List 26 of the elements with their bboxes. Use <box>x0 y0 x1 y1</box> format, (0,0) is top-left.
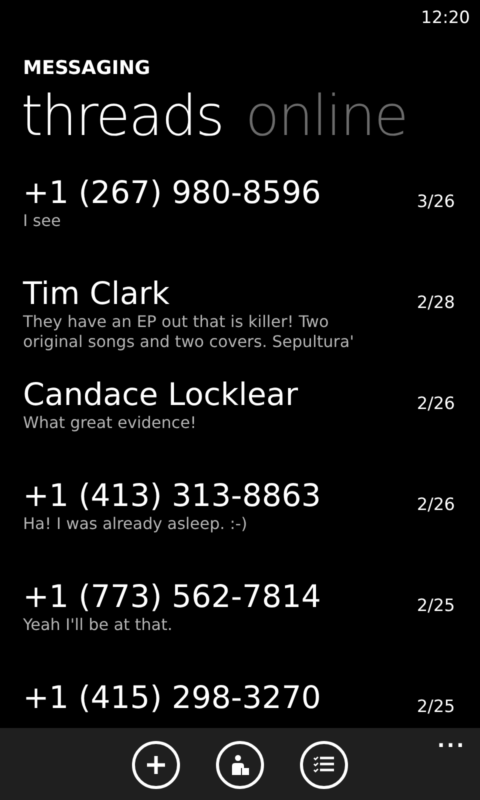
pivot-header[interactable]: online <box>245 86 408 148</box>
message-preview: Ha! I was already asleep. :-) <box>23 514 248 534</box>
message-preview: I see <box>23 211 62 232</box>
pivot-header[interactable]: threads <box>21 86 224 148</box>
more-button[interactable]: ... <box>437 730 466 750</box>
message-preview: Yeah I'll be at that. <box>23 615 174 636</box>
contact-name[interactable]: Candace Locklear <box>23 378 298 414</box>
message-date: 2/25 <box>416 696 455 719</box>
message-date: 3/26 <box>416 190 455 214</box>
contact-name[interactable]: +1 (773) 562-7814 <box>23 580 322 616</box>
contact-name[interactable]: Tim Clark <box>23 276 373 312</box>
contact-button[interactable] <box>216 741 264 789</box>
select-button[interactable] <box>300 741 348 789</box>
message-date: 2/28 <box>416 292 455 315</box>
message-date: 2/26 <box>416 392 455 416</box>
message-preview: What great evidence! <box>23 413 198 434</box>
message-date: 2/26 <box>416 494 455 517</box>
plus-icon <box>144 753 168 777</box>
message-date: 2/25 <box>416 594 455 618</box>
app-title: MESSAGING <box>22 56 152 80</box>
clock: 12:20 <box>421 7 471 30</box>
message-preview: They have an EP out that is killer! Two original songs and two covers. Sepultura' <box>23 312 356 352</box>
contact-name[interactable]: +1 (267) 980-8596 <box>23 176 322 212</box>
contact-name[interactable]: +1 (415) 298-3270 <box>23 680 322 716</box>
add-button[interactable] <box>132 741 180 789</box>
contact-name[interactable]: +1 (413) 313-8863 <box>23 478 322 514</box>
